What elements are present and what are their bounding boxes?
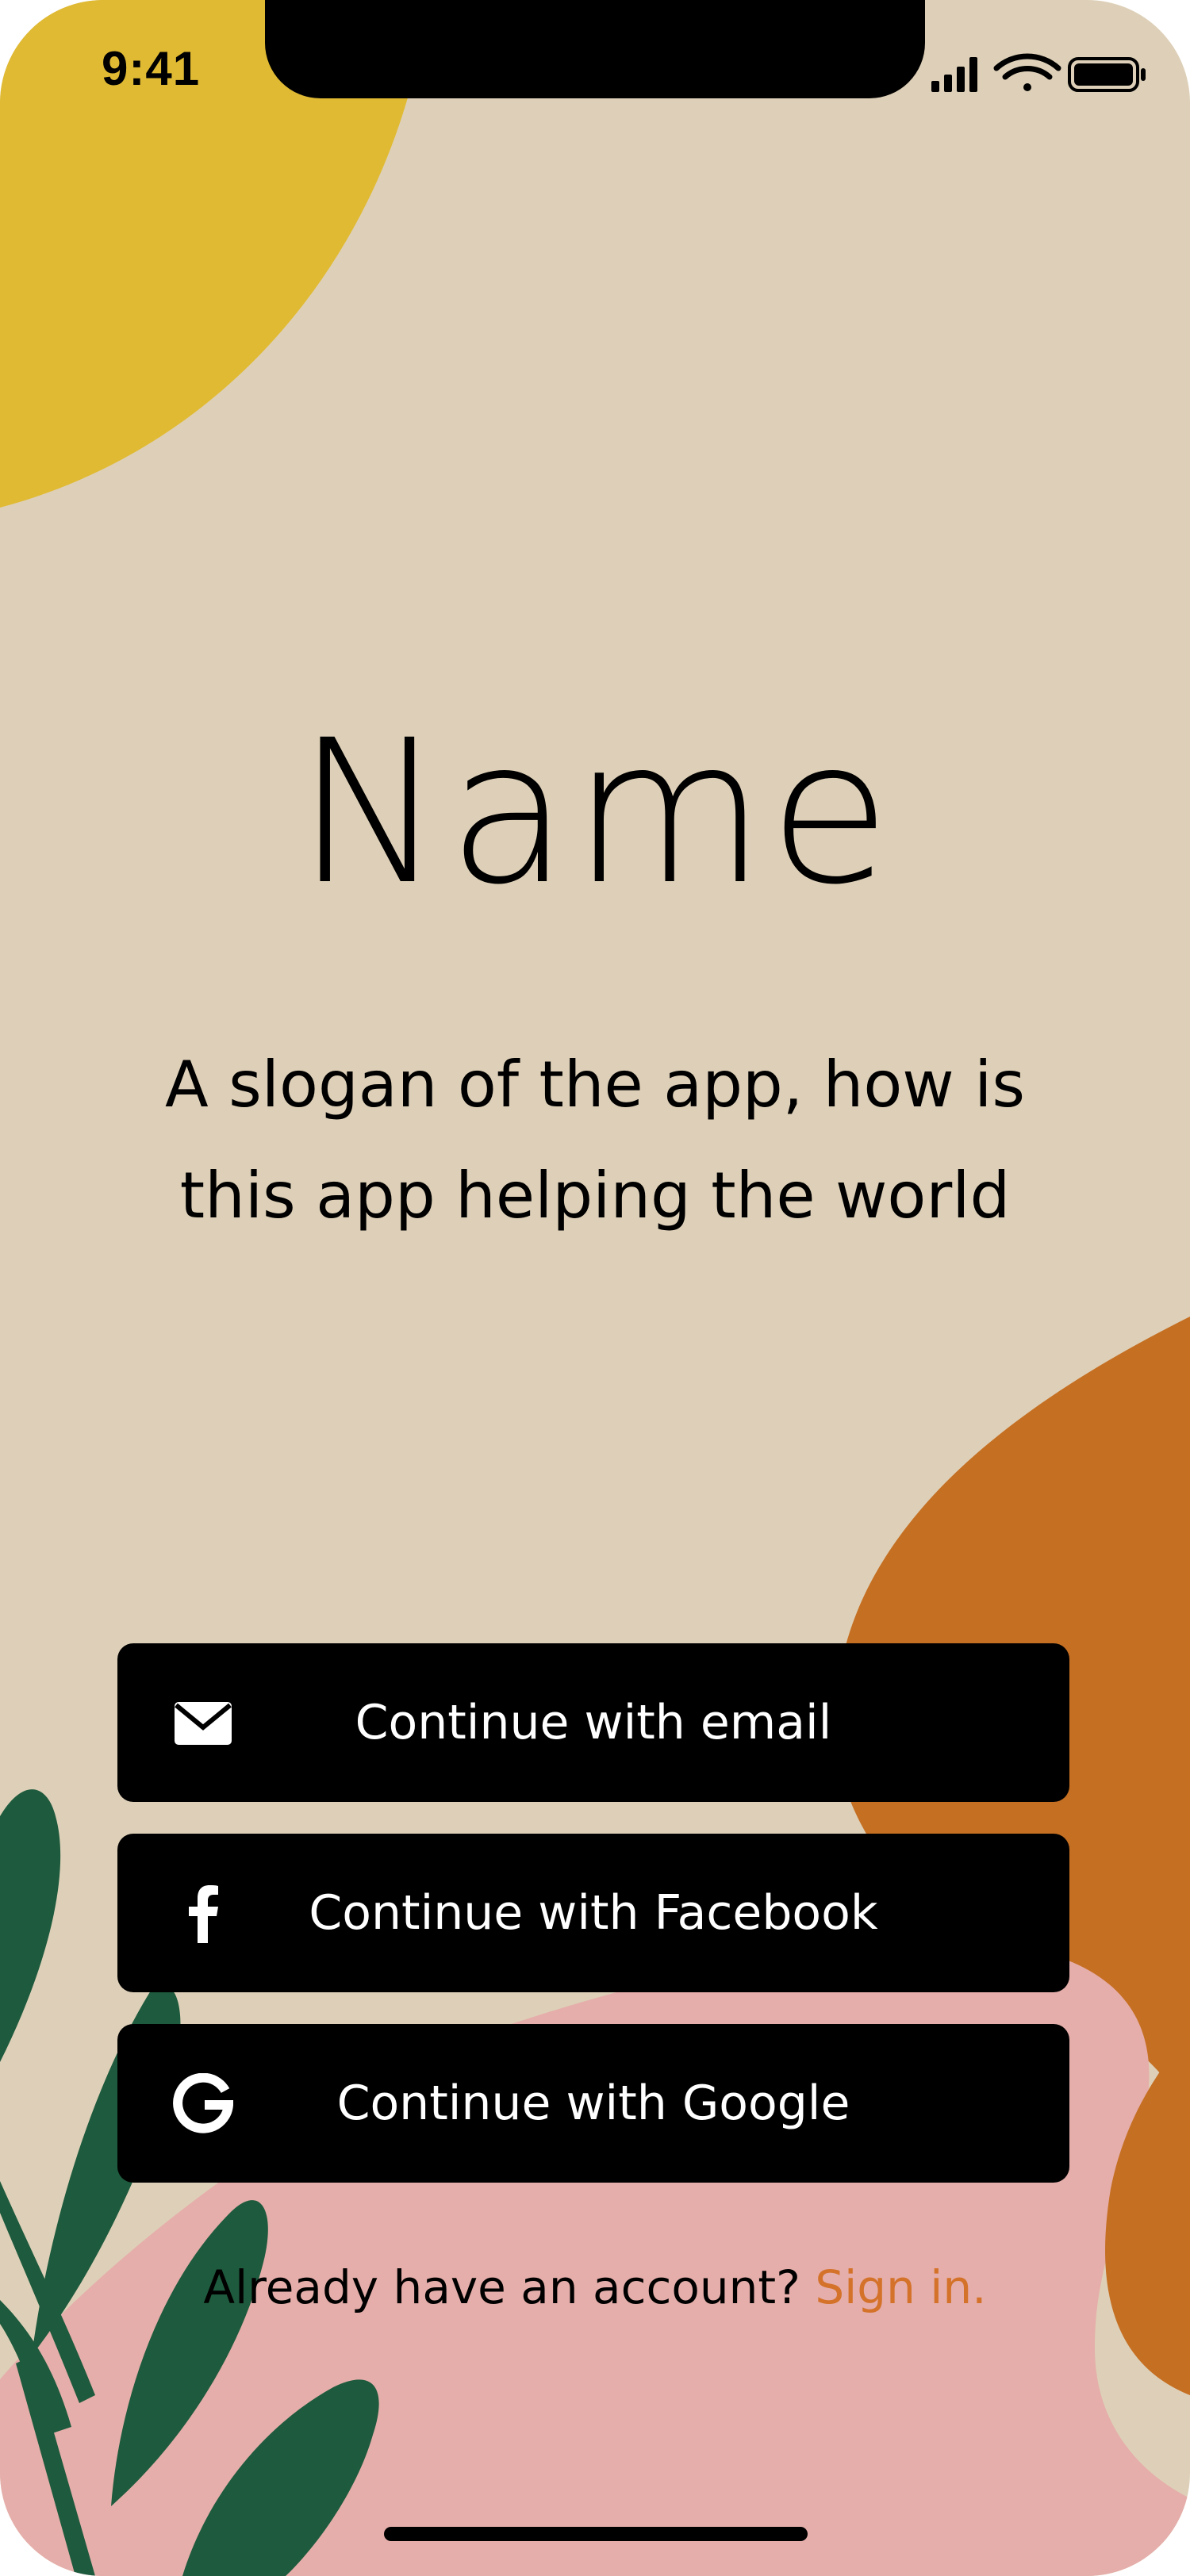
app-slogan: A slogan of the app, how is this app hel… — [164, 1048, 1026, 1232]
sign-in-prompt: Already have an account? Sign in. — [0, 2260, 1190, 2314]
background-decoration — [0, 0, 1190, 2576]
home-indicator[interactable] — [384, 2527, 808, 2541]
battery-icon — [1068, 57, 1146, 92]
sign-in-prompt-text: Already have an account? — [203, 2260, 800, 2314]
continue-with-facebook-button[interactable]: Continue with Facebook — [117, 1834, 1069, 1992]
welcome-screen: 9:41 Name A slogan of the app, how is th… — [0, 0, 1190, 2576]
leaf-1 — [0, 1789, 61, 2062]
facebook-button-label: Continue with Facebook — [309, 1885, 878, 1941]
status-icons — [931, 53, 1146, 92]
sign-in-link[interactable]: Sign in. — [815, 2260, 986, 2314]
continue-with-google-button[interactable]: Continue with Google — [117, 2024, 1069, 2183]
google-button-label: Continue with Google — [336, 2076, 850, 2131]
cellular-signal-icon — [931, 57, 977, 92]
email-button-label: Continue with email — [355, 1695, 832, 1750]
status-time: 9:41 — [102, 42, 201, 95]
wifi-icon — [993, 53, 1061, 91]
app-name: Name — [296, 697, 894, 928]
continue-with-email-button[interactable]: Continue with email — [117, 1643, 1069, 1802]
device-notch — [265, 0, 925, 98]
